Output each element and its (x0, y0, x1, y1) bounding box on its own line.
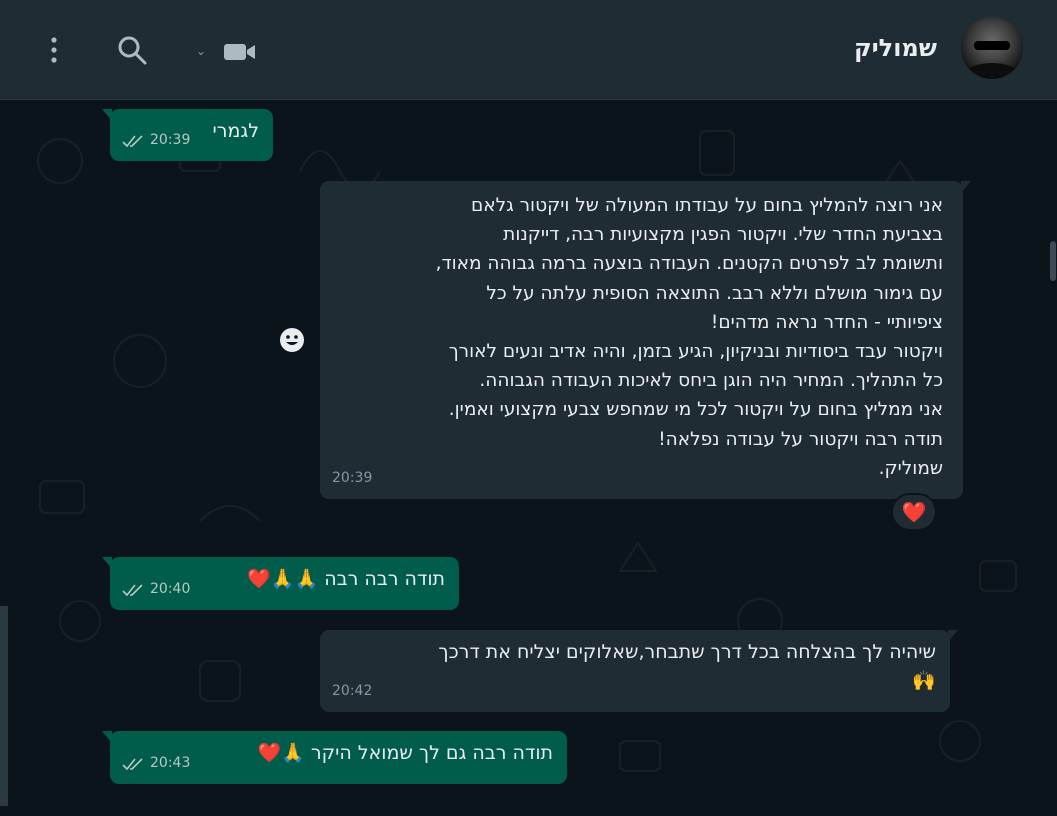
avatar-glasses (974, 41, 1010, 50)
message-reaction[interactable]: ❤️ (891, 493, 937, 531)
menu-dots-icon[interactable] (46, 34, 62, 66)
chevron-down-icon[interactable]: ⌄ (196, 44, 206, 58)
message-outgoing[interactable]: תודה רבה גם לך שמואל היקר 🙏❤️ 20:43 (102, 731, 567, 784)
message-text: אני רוצה להמליץ בחום על עבודתו המעולה של… (435, 195, 943, 479)
double-check-read-icon (122, 757, 143, 770)
left-scroll-indicator (0, 606, 8, 806)
message-meta: 20:39 (332, 464, 372, 493)
heart-reaction-icon: ❤️ (901, 500, 927, 524)
bubble-tail (102, 731, 112, 743)
contact-name[interactable]: שמוליק (854, 34, 937, 62)
message-time: 20:42 (332, 683, 373, 699)
message-meta: 20:42 (332, 677, 372, 706)
message-incoming[interactable]: אני רוצה להמליץ בחום על עבודתו המעולה של… (320, 181, 971, 499)
avatar-shirt (967, 63, 1017, 79)
bubble-tail (102, 557, 112, 569)
message-text: תודה רבה רבה 🙏🙏❤️ (247, 568, 445, 590)
message-time: 20:43 (150, 755, 191, 771)
double-check-read-icon (122, 134, 143, 147)
message-meta: 20:40 (122, 575, 190, 604)
bubble-tail (961, 181, 971, 193)
message-time: 20:39 (332, 470, 373, 486)
chat-panel[interactable]: לגמרי 20:39 אני רוצה להמליץ בחום על עבוד… (0, 101, 1057, 816)
smiley-icon (280, 328, 304, 352)
search-icon[interactable] (116, 34, 148, 66)
react-emoji-button[interactable] (273, 321, 311, 359)
message-outgoing[interactable]: תודה רבה רבה 🙏🙏❤️ 20:40 (102, 557, 459, 610)
message-time: 20:39 (150, 132, 191, 148)
scrollbar-thumb[interactable] (1050, 241, 1056, 281)
contact-avatar[interactable] (961, 17, 1023, 79)
scrollbar-track[interactable] (1049, 101, 1057, 816)
double-check-read-icon (122, 583, 143, 596)
chat-header: שמוליק ⌄ (0, 0, 1057, 100)
bubble-tail (102, 109, 112, 121)
message-text: תודה רבה גם לך שמואל היקר 🙏❤️ (257, 742, 553, 764)
message-outgoing[interactable]: לגמרי 20:39 (102, 109, 273, 161)
message-meta: 20:39 (122, 126, 190, 155)
message-text: שיהיה לך בהצלחה בכל דרך שתבחר,שאלוקים יצ… (438, 641, 936, 692)
message-time: 20:40 (150, 581, 191, 597)
bubble-tail (948, 630, 958, 642)
video-call-icon[interactable] (222, 40, 258, 64)
message-text: לגמרי (212, 120, 259, 142)
message-meta: 20:43 (122, 749, 190, 778)
message-incoming[interactable]: שיהיה לך בהצלחה בכל דרך שתבחר,שאלוקים יצ… (320, 630, 958, 712)
